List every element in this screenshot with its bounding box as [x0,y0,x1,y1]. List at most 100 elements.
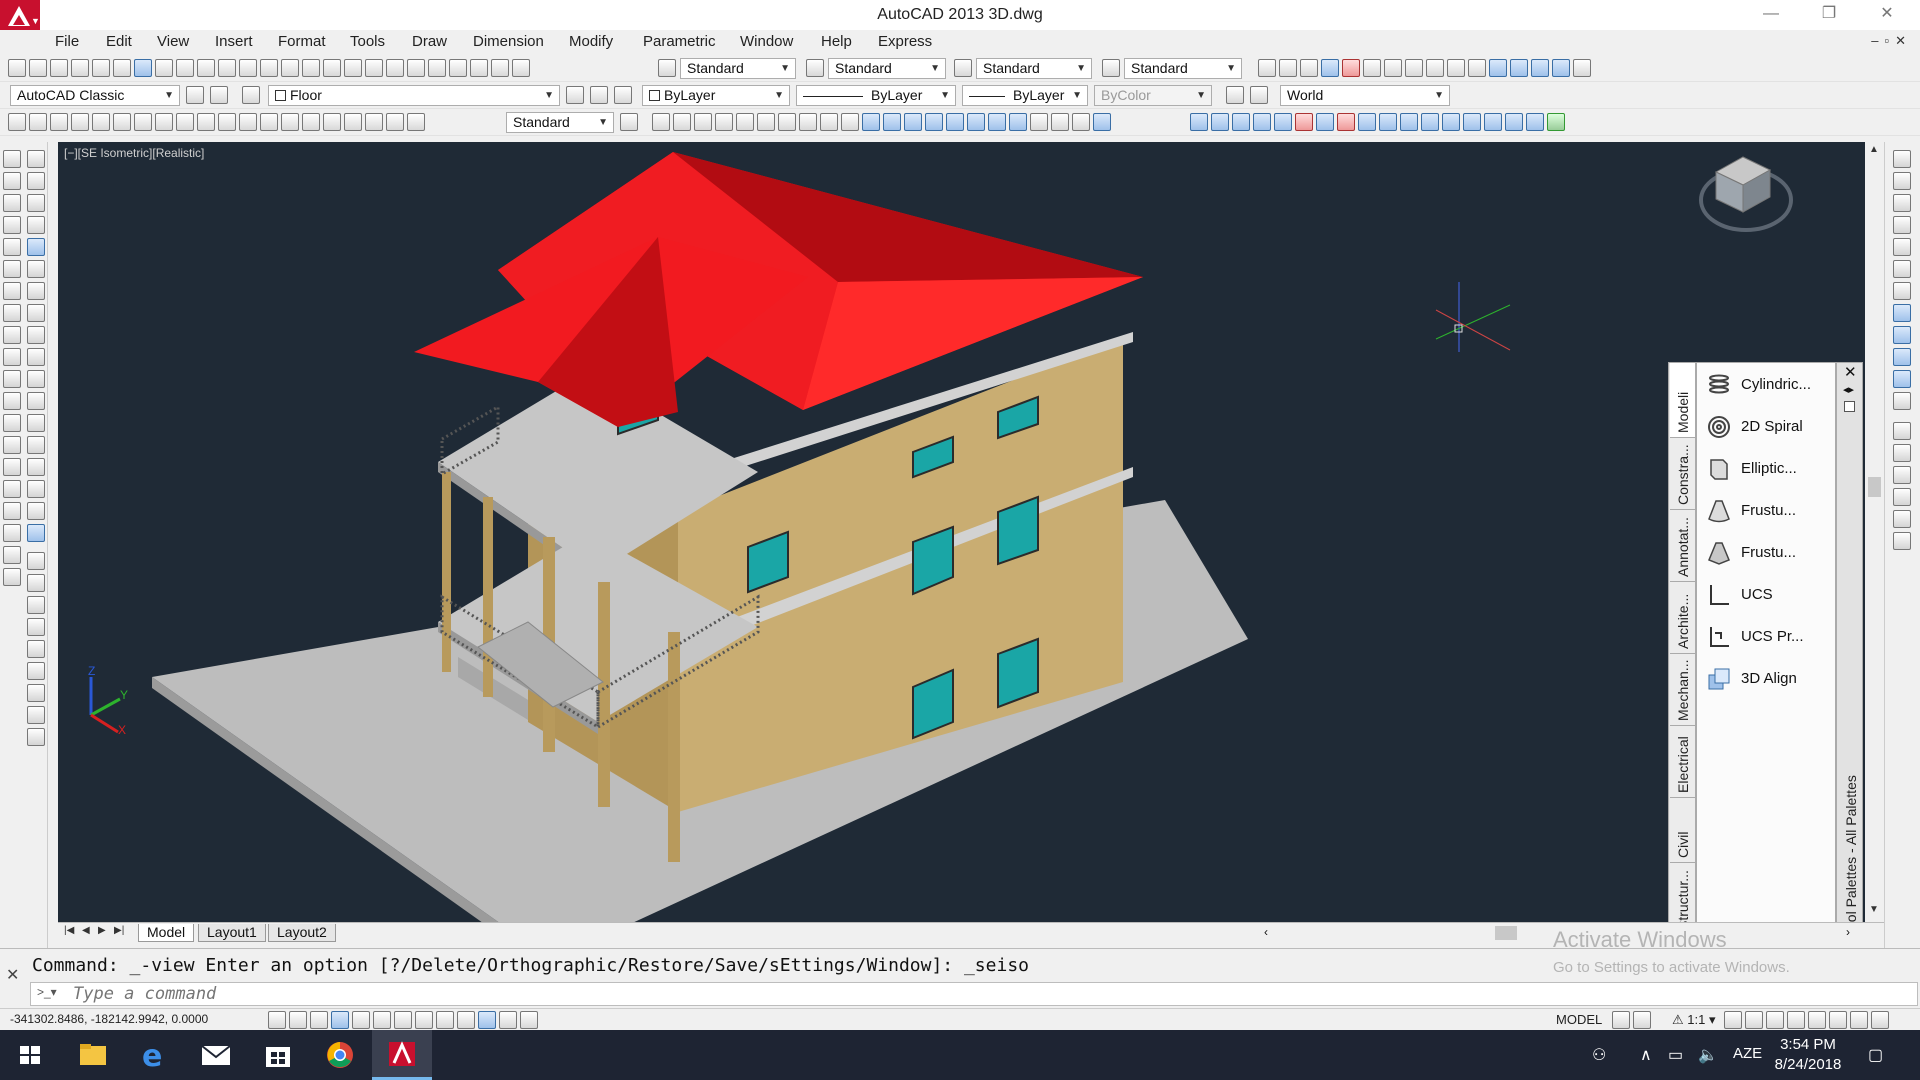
copy-faces-icon[interactable] [1316,113,1334,131]
clean-screen-icon[interactable] [1871,1011,1889,1029]
cone-icon[interactable] [715,113,733,131]
zoom-previous-icon[interactable] [365,59,383,77]
polygon-icon[interactable] [3,216,21,234]
zoom-out-icon[interactable] [27,684,45,702]
insert-block-icon[interactable] [3,392,21,410]
rectangle-icon[interactable] [3,238,21,256]
new-icon[interactable] [8,59,26,77]
ellipse-icon[interactable] [3,348,21,366]
dim-break-icon[interactable] [260,113,278,131]
drawing-viewport[interactable]: Z Y X [−][SE Isometric][Realistic] Model… [58,142,1865,922]
point-icon[interactable] [3,436,21,454]
imprint-icon[interactable] [1400,113,1418,131]
spline-icon[interactable] [3,326,21,344]
infer-constraints-icon[interactable] [268,1011,286,1029]
hardware-acceleration-icon[interactable] [1808,1011,1826,1029]
menu-window[interactable]: Window [740,33,793,50]
zoom-object-icon[interactable] [27,640,45,658]
loft-icon[interactable] [946,113,964,131]
zoom-center-icon[interactable] [27,618,45,636]
cursor-coordinates[interactable]: -341302.8486, -182142.9942, 0.0000 [10,1012,208,1026]
drafting-settings-toggles[interactable] [268,1011,538,1029]
explode-icon[interactable] [27,524,45,542]
status-menu-icon[interactable] [1850,1011,1868,1029]
scrollbar-thumb[interactable] [1495,926,1517,940]
lock-ui-icon[interactable] [1787,1011,1805,1029]
layer-off-icon[interactable] [1893,444,1911,462]
taskbar-mail[interactable] [186,1030,246,1080]
construction-line-icon[interactable] [3,172,21,190]
palette-tab-constraints[interactable]: Constra... [1670,438,1695,510]
quickcalc-icon[interactable] [491,59,509,77]
section-icon[interactable] [1526,113,1544,131]
interfere-icon[interactable] [1547,113,1565,131]
block-editor-icon[interactable] [239,59,257,77]
viewport-top-icon[interactable] [1384,59,1402,77]
layer-manager-icon[interactable] [210,86,228,104]
line-icon[interactable] [3,150,21,168]
zoom-dynamic-icon[interactable] [27,574,45,592]
break-point-icon[interactable] [27,392,45,410]
menu-parametric[interactable]: Parametric [643,33,716,50]
close-icon[interactable]: ✕ [6,965,19,985]
people-icon[interactable]: ⚇ [1592,1045,1606,1065]
text-style-dropdown[interactable]: Standard ▼ [680,58,796,79]
menu-tools[interactable]: Tools [350,33,385,50]
break-icon[interactable] [27,414,45,432]
menu-draw[interactable]: Draw [412,33,447,50]
menu-express[interactable]: Express [878,33,932,50]
top-view-icon[interactable] [1893,172,1911,190]
command-input-box[interactable]: >_▾ [30,982,1918,1006]
scale-icon[interactable] [27,304,45,322]
tool-palettes-icon[interactable] [428,59,446,77]
linear-dim-icon[interactable] [8,113,26,131]
add-selected-icon[interactable] [3,568,21,586]
palette-properties-icon[interactable] [1844,401,1855,412]
2d-wireframe-icon[interactable] [1258,59,1276,77]
layer-previous-icon[interactable] [590,86,608,104]
extend-icon[interactable] [27,370,45,388]
3d-array-icon[interactable] [1093,113,1111,131]
lineweight-icon[interactable] [478,1011,496,1029]
array-icon[interactable] [27,238,45,256]
quick-view-drawings-icon[interactable] [1633,1011,1651,1029]
layer-walk-icon[interactable] [1893,532,1911,550]
revision-cloud-icon[interactable] [3,304,21,322]
shell-icon[interactable] [1463,113,1481,131]
create-camera-icon[interactable] [1893,392,1911,410]
multiline-text-icon[interactable] [3,546,21,564]
workspace-settings-icon[interactable] [186,86,204,104]
start-button[interactable] [0,1030,60,1080]
nw-iso-view-icon[interactable] [1893,370,1911,388]
stretch-icon[interactable] [27,326,45,344]
annotation-scale[interactable]: ⚠ 1:1 ▾ [1672,1012,1716,1028]
layer-isolate-icon[interactable] [614,86,632,104]
arc-icon[interactable] [3,260,21,278]
first-layout-icon[interactable]: |◀ [64,925,74,936]
quick-properties-icon[interactable] [520,1011,538,1029]
dim-style-manager-icon[interactable] [620,113,638,131]
move-faces-icon[interactable] [1211,113,1229,131]
dyn-icon[interactable] [457,1011,475,1029]
bottom-view-icon[interactable] [1893,194,1911,212]
palette-tab-modeling[interactable]: Modeli [1670,363,1695,438]
hatch-icon[interactable] [3,458,21,476]
tab-model[interactable]: Model [138,924,195,942]
save-icon[interactable] [50,59,68,77]
slice-icon[interactable] [1505,113,1523,131]
zoom-in-icon[interactable] [27,662,45,680]
offset-faces-icon[interactable] [1232,113,1250,131]
dimension-toolbar-icons[interactable] [8,113,425,131]
close-button[interactable]: ✕ [1864,0,1910,30]
annotation-visibility-icon[interactable] [1724,1011,1742,1029]
ucs-world-icon[interactable] [1226,86,1244,104]
layer-freeze-icon[interactable] [1893,466,1911,484]
3d-osnap-icon[interactable] [394,1011,412,1029]
front-view-icon[interactable] [1893,260,1911,278]
battery-icon[interactable]: ▭ [1668,1045,1683,1065]
viewport-left-icon[interactable] [1426,59,1444,77]
viewport-label[interactable]: [−][SE Isometric][Realistic] [64,146,204,160]
3d-rotate-icon[interactable] [1051,113,1069,131]
linetype-dropdown[interactable]: ByLayer ▼ [796,85,956,106]
last-layout-icon[interactable]: ▶| [114,925,124,936]
